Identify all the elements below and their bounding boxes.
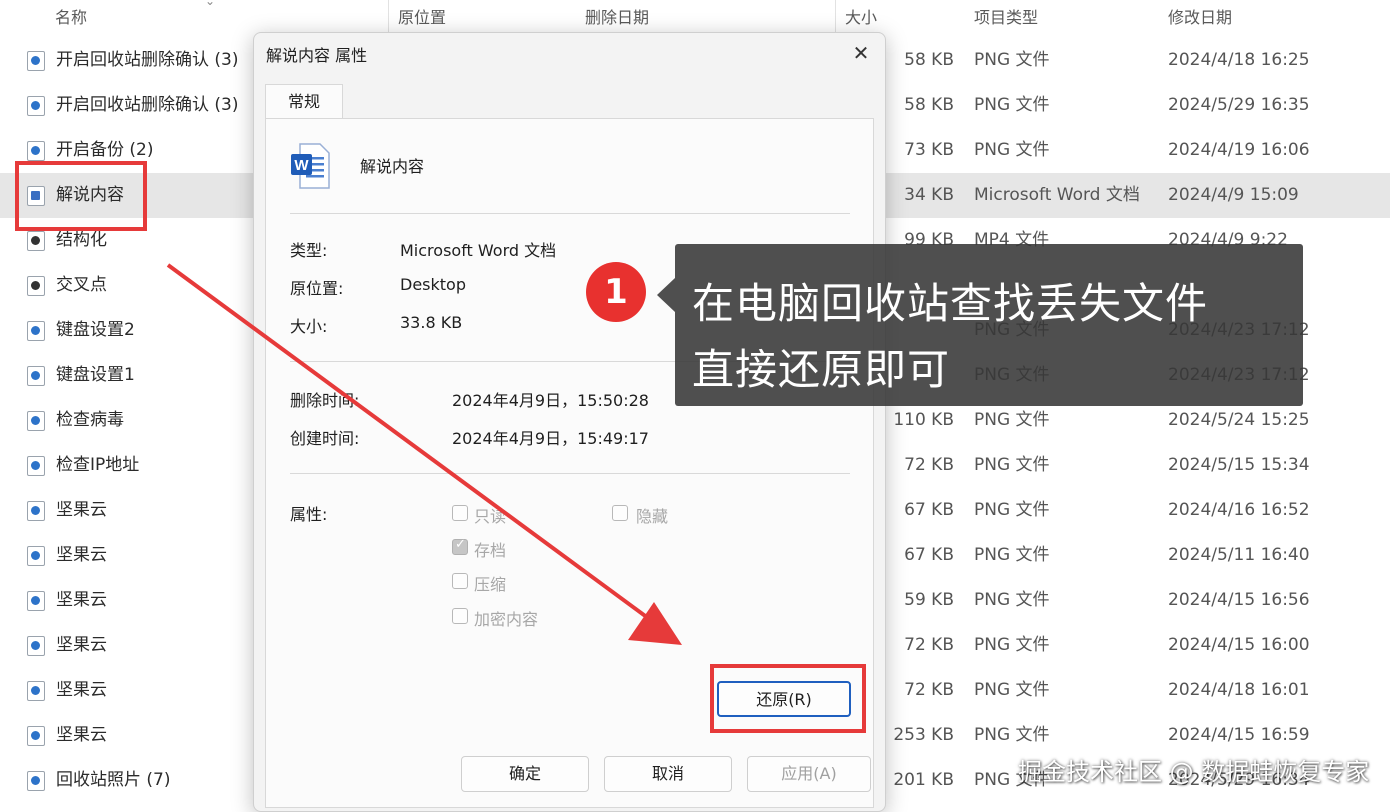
size-value: 33.8 KB	[400, 313, 463, 332]
word-document-icon: W	[291, 143, 330, 189]
png-image-icon	[27, 771, 45, 791]
file-type-cell: PNG 文件	[974, 545, 1050, 565]
file-type-cell: Microsoft Word 文档	[974, 185, 1140, 205]
video-file-icon	[27, 276, 45, 296]
column-header-size[interactable]: 大小	[845, 0, 877, 36]
created-value: 2024年4月9日，15:49:17	[452, 429, 649, 448]
watermark: 掘金技术社区 @ 数据蛙恢复专家	[1018, 758, 1370, 786]
png-image-icon	[27, 501, 45, 521]
file-modified-cell: 2024/4/15 16:56	[1168, 590, 1310, 610]
type-label: 类型:	[290, 241, 328, 260]
png-image-icon	[27, 141, 45, 161]
png-image-icon	[27, 96, 45, 116]
close-icon[interactable]: ✕	[843, 37, 879, 69]
archive-label: 存档	[474, 541, 507, 560]
file-modified-cell: 2024/4/9 15:09	[1168, 185, 1299, 205]
tab-general[interactable]: 常规	[265, 84, 343, 119]
attributes-label: 属性:	[290, 505, 328, 524]
column-header-type[interactable]: 项目类型	[974, 0, 1038, 36]
png-image-icon	[27, 546, 45, 566]
separator	[290, 473, 850, 474]
encrypt-checkbox[interactable]	[452, 608, 468, 624]
file-modified-cell: 2024/4/19 16:06	[1168, 140, 1310, 160]
png-image-icon	[27, 51, 45, 71]
file-type-cell: PNG 文件	[974, 635, 1050, 655]
ok-button[interactable]: 确定	[461, 756, 589, 792]
file-type-cell: PNG 文件	[974, 680, 1050, 700]
png-image-icon	[27, 411, 45, 431]
file-name-cell: 交叉点	[56, 275, 107, 295]
archive-checkbox[interactable]	[452, 537, 468, 555]
file-type-cell: PNG 文件	[974, 500, 1050, 520]
svg-text:W: W	[294, 157, 309, 174]
hidden-checkbox[interactable]	[612, 505, 628, 521]
step-number-badge: 1	[586, 262, 646, 322]
file-name-cell: 键盘设置1	[56, 365, 135, 385]
png-image-icon	[27, 321, 45, 341]
file-name-cell: 开启回收站删除确认 (3)	[56, 50, 239, 70]
compress-checkbox[interactable]	[452, 573, 468, 589]
type-value: Microsoft Word 文档	[400, 241, 557, 260]
file-modified-cell: 2024/5/29 16:35	[1168, 95, 1310, 115]
video-file-icon	[27, 231, 45, 251]
deleted-label: 删除时间:	[290, 391, 360, 410]
file-name-cell: 坚果云	[56, 500, 107, 520]
size-label: 大小:	[290, 317, 328, 336]
file-type-cell: PNG 文件	[974, 590, 1050, 610]
file-name: 解说内容	[360, 157, 425, 176]
file-type-cell: PNG 文件	[974, 50, 1050, 70]
file-modified-cell: 2024/4/18 16:01	[1168, 680, 1310, 700]
file-name-cell: 开启回收站删除确认 (3)	[56, 95, 239, 115]
origin-value: Desktop	[400, 275, 466, 294]
file-modified-cell: 2024/4/16 16:52	[1168, 500, 1310, 520]
callout-line-2: 直接还原即可	[692, 345, 951, 394]
png-image-icon	[27, 681, 45, 701]
readonly-checkbox[interactable]	[452, 505, 468, 521]
file-name-cell: 坚果云	[56, 635, 107, 655]
apply-button[interactable]: 应用(A)	[747, 756, 871, 792]
dialog-title: 解说内容 属性	[266, 46, 368, 65]
sort-chevron-icon: ⌄	[205, 0, 216, 8]
hidden-label: 隐藏	[636, 507, 669, 526]
cancel-button[interactable]: 取消	[604, 756, 732, 792]
file-name-cell: 检查病毒	[56, 410, 124, 430]
png-image-icon	[27, 726, 45, 746]
callout-line-1: 在电脑回收站查找丢失文件	[692, 279, 1209, 328]
selected-file-highlight	[15, 161, 147, 231]
png-image-icon	[27, 366, 45, 386]
file-type-cell: PNG 文件	[974, 140, 1050, 160]
file-name-cell: 检查IP地址	[56, 455, 140, 475]
created-label: 创建时间:	[290, 429, 360, 448]
file-name-cell: 坚果云	[56, 545, 107, 565]
column-header-modified[interactable]: 修改日期	[1168, 0, 1232, 36]
file-name-cell: 坚果云	[56, 590, 107, 610]
callout-pointer	[657, 278, 675, 312]
column-header-name[interactable]: 名称	[55, 0, 87, 36]
file-name-cell: 坚果云	[56, 725, 107, 745]
png-image-icon	[27, 591, 45, 611]
origin-label: 原位置:	[290, 279, 344, 298]
separator	[290, 213, 850, 214]
column-divider[interactable]	[835, 0, 836, 36]
file-name-cell: 键盘设置2	[56, 320, 135, 340]
restore-button-highlight	[710, 664, 866, 733]
file-name-cell: 回收站照片 (7)	[56, 770, 171, 790]
file-modified-cell: 2024/5/11 16:40	[1168, 545, 1310, 565]
file-name-cell: 坚果云	[56, 680, 107, 700]
readonly-label: 只读	[474, 507, 507, 526]
column-divider[interactable]	[388, 0, 389, 36]
column-header-deleted[interactable]: 删除日期	[585, 0, 649, 36]
file-type-cell: PNG 文件	[974, 95, 1050, 115]
file-modified-cell: 2024/4/15 16:00	[1168, 635, 1310, 655]
png-image-icon	[27, 636, 45, 656]
compress-label: 压缩	[474, 575, 507, 594]
encrypt-label: 加密内容	[474, 610, 539, 629]
column-header-origin[interactable]: 原位置	[398, 0, 446, 36]
file-modified-cell: 2024/4/18 16:25	[1168, 50, 1310, 70]
png-image-icon	[27, 456, 45, 476]
deleted-value: 2024年4月9日，15:50:28	[452, 391, 649, 410]
file-modified-cell: 2024/5/15 15:34	[1168, 455, 1310, 475]
file-type-cell: PNG 文件	[974, 455, 1050, 475]
